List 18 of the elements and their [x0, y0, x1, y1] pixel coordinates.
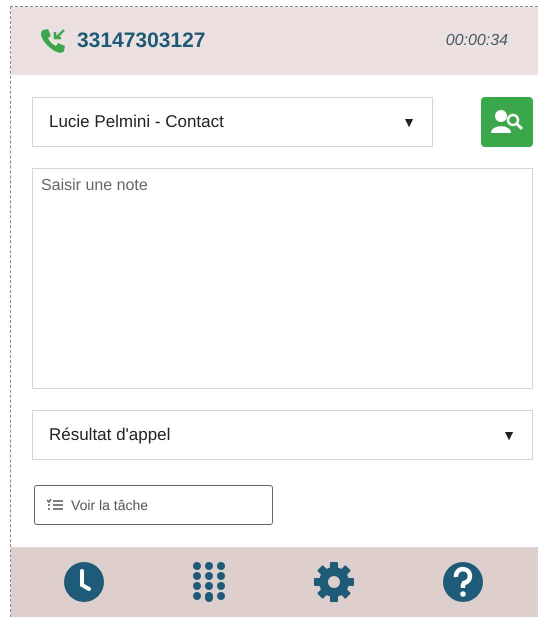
- contact-select[interactable]: Lucie Pelmini - Contact ▼: [32, 97, 433, 147]
- settings-button[interactable]: [313, 561, 356, 603]
- note-field[interactable]: Saisir une note: [32, 168, 533, 389]
- dialpad-button[interactable]: [192, 561, 226, 603]
- contact-search-button[interactable]: [481, 97, 533, 147]
- incoming-call-icon: [39, 27, 67, 55]
- settings-icon: [313, 561, 356, 603]
- phone-number: 33147303127: [77, 29, 206, 53]
- view-task-button[interactable]: Voir la tâche: [34, 485, 273, 525]
- help-icon: [442, 561, 484, 603]
- help-button[interactable]: [442, 561, 484, 603]
- clock-icon: [62, 561, 105, 603]
- call-duration: 00:00:34: [446, 32, 508, 50]
- task-list-icon: [47, 499, 63, 511]
- user-search-icon: [491, 109, 523, 135]
- call-result-select[interactable]: Résultat d'appel ▼: [32, 410, 533, 460]
- history-button[interactable]: [62, 561, 105, 603]
- dialpad-icon: [192, 561, 226, 603]
